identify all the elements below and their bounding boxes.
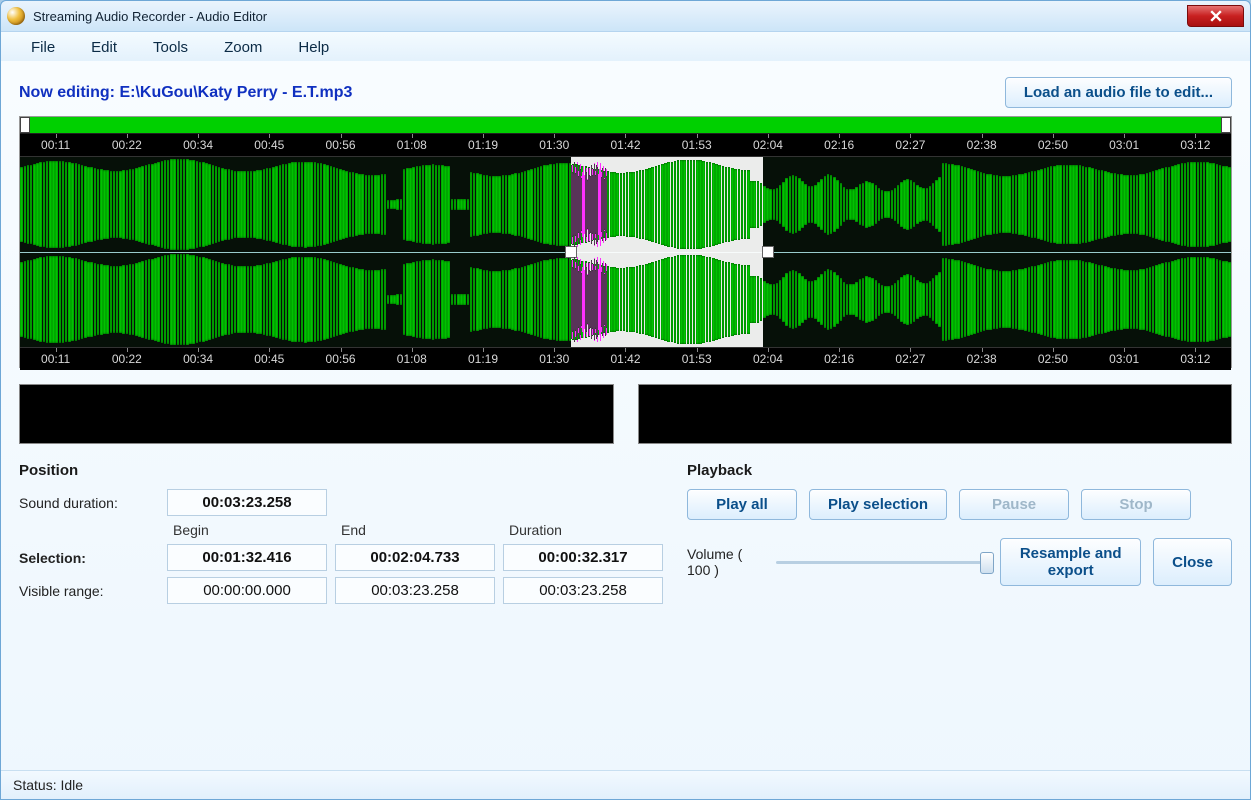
bottom-panels: Position Sound duration: 00:03:23.258 Be… [19, 462, 1232, 604]
app-window: Streaming Audio Recorder - Audio Editor … [0, 0, 1251, 800]
menu-file[interactable]: File [15, 35, 71, 60]
ruler-tick: 03:01 [1089, 138, 1160, 152]
pause-button[interactable]: Pause [959, 489, 1069, 520]
menu-zoom[interactable]: Zoom [208, 35, 278, 60]
selection-region[interactable] [571, 157, 764, 347]
stop-button[interactable]: Stop [1081, 489, 1191, 520]
ruler-tick: 00:11 [20, 352, 91, 366]
level-meters [19, 384, 1232, 444]
ruler-tick: 00:22 [91, 138, 162, 152]
app-icon [7, 7, 25, 25]
level-meter-left [19, 384, 614, 444]
selection-handle-left[interactable] [565, 246, 577, 258]
col-duration: Duration [503, 522, 663, 538]
overview-handle-left[interactable] [20, 117, 30, 133]
ruler-tick: 02:38 [946, 138, 1017, 152]
ruler-tick: 02:16 [804, 138, 875, 152]
visible-row-label: Visible range: [19, 583, 159, 599]
menu-help[interactable]: Help [282, 35, 345, 60]
waveform-body[interactable] [20, 157, 1231, 347]
menu-tools[interactable]: Tools [137, 35, 204, 60]
now-editing-path: E:\KuGou\Katy Perry - E.T.mp3 [119, 84, 352, 101]
ruler-tick: 02:50 [1017, 352, 1088, 366]
ruler-tick: 00:45 [234, 138, 305, 152]
ruler-tick: 00:34 [162, 352, 233, 366]
ruler-tick: 03:12 [1160, 352, 1231, 366]
visible-end: 00:03:23.258 [335, 577, 495, 604]
ruler-tick: 03:01 [1089, 352, 1160, 366]
selection-row-label: Selection: [19, 550, 159, 566]
playback-title: Playback [687, 462, 1232, 479]
volume-slider[interactable] [776, 552, 986, 572]
volume-label: Volume ( 100 ) [687, 546, 762, 578]
selection-duration: 00:00:32.317 [503, 544, 663, 571]
ruler-tick: 00:34 [162, 138, 233, 152]
waveform-panel: 00:1100:2200:3400:4500:5601:0801:1901:30… [19, 116, 1232, 368]
ruler-tick: 00:56 [305, 352, 376, 366]
ruler-tick: 01:08 [376, 352, 447, 366]
position-panel: Position Sound duration: 00:03:23.258 Be… [19, 462, 663, 604]
selection-begin: 00:01:32.416 [167, 544, 327, 571]
ruler-tick: 02:27 [875, 352, 946, 366]
visible-begin: 00:00:00.000 [167, 577, 327, 604]
ruler-tick: 01:08 [376, 138, 447, 152]
play-all-button[interactable]: Play all [687, 489, 797, 520]
ruler-tick: 01:19 [447, 138, 518, 152]
ruler-tick: 01:30 [519, 352, 590, 366]
ruler-tick: 02:16 [804, 352, 875, 366]
menu-edit[interactable]: Edit [75, 35, 133, 60]
status-bar: Status: Idle [1, 770, 1250, 799]
header-row: Now editing: E:\KuGou\Katy Perry - E.T.m… [19, 77, 1232, 108]
overview-handle-right[interactable] [1221, 117, 1231, 133]
visible-duration: 00:03:23.258 [503, 577, 663, 604]
menu-bar: File Edit Tools Zoom Help [1, 32, 1250, 62]
volume-thumb[interactable] [980, 552, 994, 574]
resample-export-button[interactable]: Resample and export [1000, 538, 1141, 586]
window-title: Streaming Audio Recorder - Audio Editor [33, 9, 267, 24]
time-ruler-bottom: 00:1100:2200:3400:4500:5601:0801:1901:30… [20, 347, 1231, 370]
ruler-tick: 01:42 [590, 138, 661, 152]
col-begin: Begin [167, 522, 327, 538]
play-selection-button[interactable]: Play selection [809, 489, 947, 520]
ruler-tick: 02:27 [875, 138, 946, 152]
ruler-tick: 02:04 [732, 352, 803, 366]
ruler-tick: 01:53 [661, 352, 732, 366]
ruler-tick: 00:22 [91, 352, 162, 366]
selection-end: 00:02:04.733 [335, 544, 495, 571]
playback-panel: Playback Play all Play selection Pause S… [687, 462, 1232, 604]
ruler-tick: 01:53 [661, 138, 732, 152]
window-close-button[interactable] [1187, 5, 1244, 27]
ruler-tick: 03:12 [1160, 138, 1231, 152]
client-area: Now editing: E:\KuGou\Katy Perry - E.T.m… [1, 61, 1250, 799]
volume-track [776, 561, 986, 564]
overview-scrollbar[interactable] [20, 117, 1231, 134]
position-title: Position [19, 462, 663, 479]
ruler-tick: 01:42 [590, 352, 661, 366]
ruler-tick: 02:50 [1017, 138, 1088, 152]
load-audio-button[interactable]: Load an audio file to edit... [1005, 77, 1232, 108]
close-icon [1210, 10, 1222, 22]
close-button[interactable]: Close [1153, 538, 1232, 586]
ruler-tick: 02:38 [946, 352, 1017, 366]
sound-duration-value: 00:03:23.258 [167, 489, 327, 516]
status-text: Status: Idle [13, 777, 83, 793]
selection-handle-right[interactable] [762, 246, 774, 258]
now-editing-label: Now editing: E:\KuGou\Katy Perry - E.T.m… [19, 84, 352, 102]
ruler-tick: 00:56 [305, 138, 376, 152]
sound-duration-label: Sound duration: [19, 495, 159, 511]
ruler-tick: 00:45 [234, 352, 305, 366]
ruler-tick: 02:04 [732, 138, 803, 152]
time-ruler-top: 00:1100:2200:3400:4500:5601:0801:1901:30… [20, 134, 1231, 157]
now-editing-prefix: Now editing: [19, 84, 119, 101]
ruler-tick: 01:30 [519, 138, 590, 152]
title-bar: Streaming Audio Recorder - Audio Editor [1, 1, 1250, 32]
col-end: End [335, 522, 495, 538]
level-meter-right [638, 384, 1233, 444]
ruler-tick: 00:11 [20, 138, 91, 152]
ruler-tick: 01:19 [447, 352, 518, 366]
